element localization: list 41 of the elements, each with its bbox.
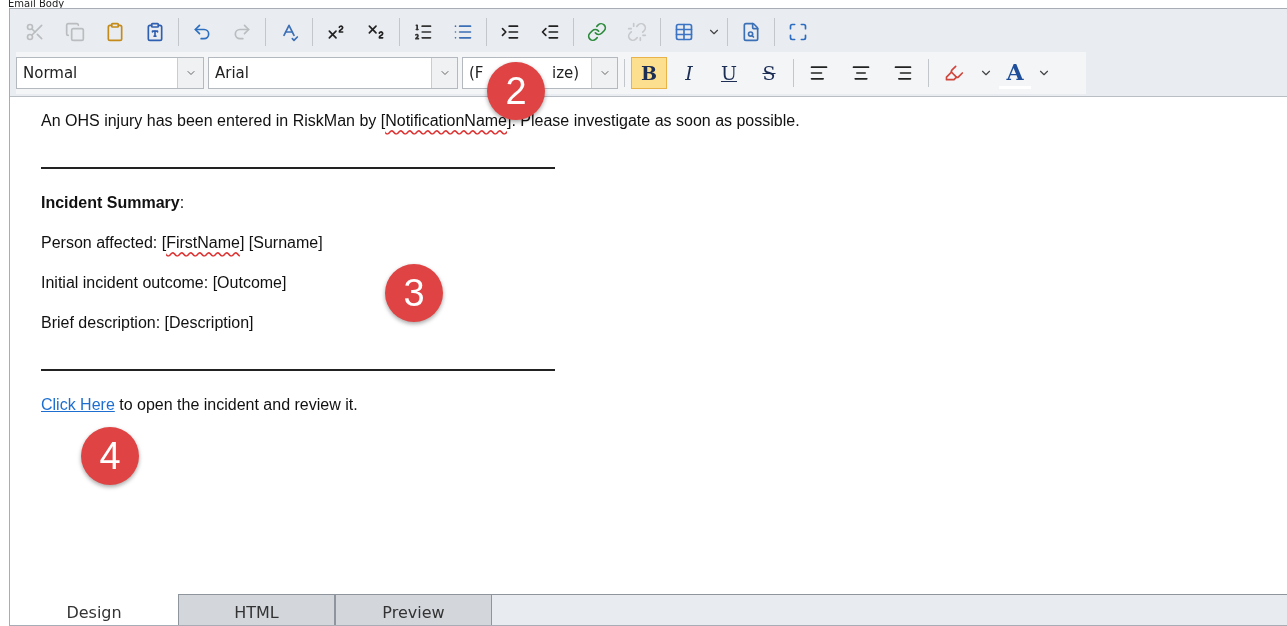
underline-button[interactable]: U — [711, 57, 747, 89]
step-badge: 4 — [81, 427, 139, 485]
fullscreen-icon — [788, 22, 808, 42]
clipboard-icon — [105, 22, 125, 42]
style-dropdown[interactable]: Normal — [16, 57, 204, 89]
body-text: Click Here to open the incident and review it. — [41, 395, 359, 414]
scissors-icon — [25, 22, 45, 42]
subscript-icon — [366, 22, 386, 42]
body-text: Person affected: [FirstName] [Surname] — [41, 233, 324, 252]
bold-button[interactable]: B — [631, 57, 667, 89]
align-left-icon — [809, 63, 829, 83]
indent-icon — [500, 22, 520, 42]
italic-button[interactable]: I — [671, 57, 707, 89]
font-size-text: (F — [468, 64, 485, 82]
clipboard-word-icon — [145, 22, 165, 42]
preview-search-icon — [741, 22, 761, 42]
step-badge: 3 — [385, 264, 443, 322]
unlink-icon — [627, 22, 647, 42]
copy-icon — [65, 22, 85, 42]
table-icon — [674, 22, 694, 42]
highlighter-icon — [944, 63, 964, 83]
font-color-button[interactable]: A — [999, 57, 1031, 89]
field-label: Email Body — [7, 0, 66, 8]
editor-tab[interactable]: Preview — [335, 594, 492, 625]
undo-icon — [192, 22, 212, 42]
link-icon — [587, 22, 607, 42]
bullet-list-icon — [453, 22, 473, 42]
body-text: Brief description: [Description] — [41, 313, 255, 332]
font-size-text: ize) — [551, 64, 581, 82]
outdent-icon — [540, 22, 560, 42]
editor-tab[interactable]: HTML — [178, 594, 335, 625]
strikethrough-button[interactable]: S — [751, 57, 787, 89]
incident-link[interactable]: Click Here — [41, 396, 115, 413]
font-dropdown[interactable]: Arial — [208, 57, 458, 89]
align-center-icon — [851, 63, 871, 83]
body-text: Initial incident outcome: [Outcome] — [41, 273, 288, 292]
body-text: Incident Summary: — [41, 193, 186, 212]
numbered-list-icon — [413, 22, 433, 42]
superscript-icon — [326, 22, 346, 42]
align-right-icon — [893, 63, 913, 83]
redo-icon — [232, 22, 252, 42]
